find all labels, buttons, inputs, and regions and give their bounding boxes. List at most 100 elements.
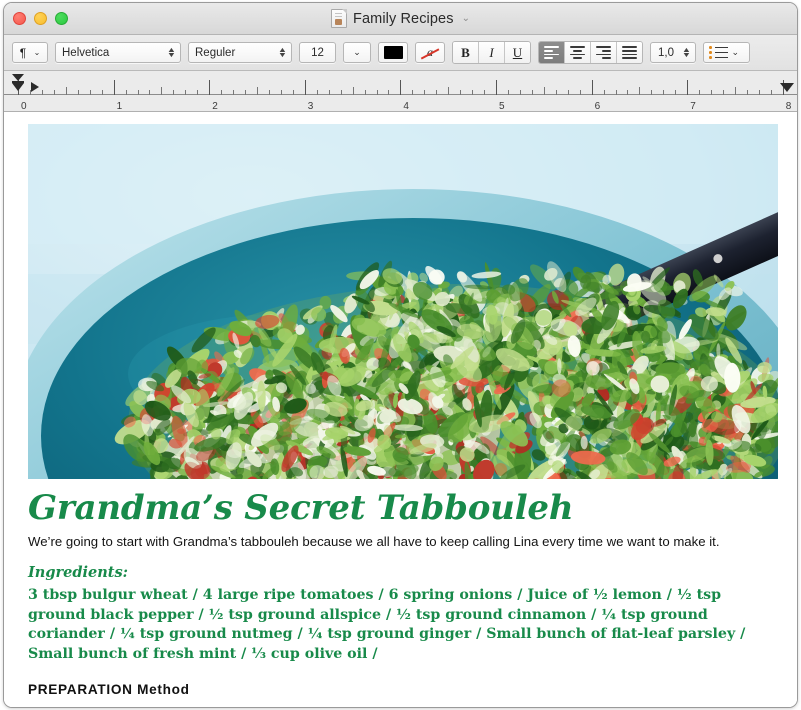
ruler-tick-minor: [185, 90, 187, 95]
ruler-tick-major: [304, 80, 306, 95]
bold-button[interactable]: B: [453, 42, 479, 63]
align-left-button[interactable]: [539, 42, 565, 63]
ruler-tick-minor: [340, 90, 342, 95]
align-left-icon: [544, 46, 559, 59]
ruler-tick-major: [113, 80, 115, 95]
ruler-tick-label: 0: [21, 101, 27, 112]
ruler-tick-minor: [221, 90, 223, 95]
chevron-down-icon[interactable]: ⌄: [462, 13, 470, 24]
app-root: Family Recipes ⌄ ¶ ⌄ Helvetica ▲ ▼ Regule…: [0, 0, 801, 710]
color-swatch: [383, 46, 403, 59]
tab-stop-marker[interactable]: [31, 82, 39, 92]
pilcrow-icon: ¶: [19, 45, 27, 60]
alignment-group: [538, 41, 643, 64]
ruler-tick-minor: [233, 90, 235, 95]
ruler-tick-major: [209, 80, 211, 95]
ruler-tick-minor: [567, 90, 569, 95]
align-right-icon: [596, 46, 611, 59]
document-canvas[interactable]: Grandma’s Secret Tabbouleh We’re going t…: [4, 112, 797, 708]
ruler-tick-minor: [77, 90, 79, 95]
ruler-tick-minor: [316, 90, 318, 95]
recipe-photo: [28, 124, 778, 479]
align-center-button[interactable]: [565, 42, 591, 63]
document-window: Family Recipes ⌄ ¶ ⌄ Helvetica ▲ ▼ Regule…: [3, 2, 798, 708]
ruler-tick-minor: [364, 90, 366, 95]
ruler-tick-minor: [723, 90, 725, 95]
updown-icon: ▲ ▼: [277, 46, 288, 59]
line-spacing-stepper[interactable]: 1,0 ▲ ▼: [650, 42, 696, 63]
ruler-tick-minor: [507, 90, 509, 95]
ruler-tick-major: [496, 80, 497, 95]
ruler-tick-minor: [651, 90, 653, 95]
ruler-tick-minor: [257, 87, 258, 95]
ingredients-heading: Ingredients:: [28, 564, 128, 581]
ruler-track: [4, 94, 797, 111]
align-center-icon: [570, 46, 585, 59]
ruler-tick-minor: [675, 90, 677, 95]
ruler-tick-minor: [543, 87, 545, 95]
right-indent-marker[interactable]: [780, 83, 794, 92]
preparation-step: 1. Rinse the bulgur wheat and drain.: [28, 707, 773, 708]
ruler-tick-minor: [161, 87, 163, 95]
ruler-tick-minor: [149, 90, 151, 95]
document-icon: [331, 9, 348, 28]
ruler-tick-minor: [436, 90, 438, 95]
paragraph-style-button[interactable]: ¶ ⌄: [12, 42, 48, 63]
ruler-tick-label: 7: [690, 101, 696, 112]
format-toolbar: ¶ ⌄ Helvetica ▲▼ Reguler ▲▼ 12 ⌄ a: [4, 35, 797, 71]
font-size-dropdown[interactable]: ⌄: [343, 42, 371, 63]
font-family-select[interactable]: Helvetica ▲ ▼: [55, 42, 181, 63]
ruler-tick-minor: [746, 90, 748, 95]
list-style-dropdown[interactable]: ⌄: [703, 42, 750, 63]
ruler-tick-minor: [41, 90, 43, 95]
ruler-tick-label: 4: [403, 101, 409, 112]
ruler-tick-label: 6: [594, 101, 601, 112]
ruler-tick-minor: [579, 90, 581, 95]
ruler-tick-minor: [770, 90, 772, 95]
ruler-tick-minor: [699, 90, 701, 95]
ruler-tick-label: 5: [499, 101, 505, 112]
ruler-tick-minor: [484, 90, 486, 95]
ruler-tick-minor: [531, 90, 533, 95]
left-indent-marker[interactable]: [12, 83, 24, 91]
ruler-tick-minor: [603, 90, 605, 95]
ruler-tick-minor: [448, 87, 450, 95]
text-color-button[interactable]: [378, 42, 408, 63]
ruler-tick-minor: [460, 90, 462, 95]
first-line-indent-marker[interactable]: [12, 74, 24, 81]
ruler-tick-minor: [268, 90, 270, 95]
updown-icon: ▲ ▼: [166, 46, 177, 59]
ruler-tick-minor: [280, 90, 282, 95]
ruler-tick-minor: [101, 90, 103, 95]
ruler-tick-minor: [125, 90, 127, 95]
ruler[interactable]: 0 1 2 3 4 5 6 7 8: [4, 71, 797, 112]
bullet-list-icon: [709, 46, 728, 59]
ruler-tick-major: [400, 80, 402, 95]
step-number: 1.: [28, 707, 41, 708]
highlight-color-button[interactable]: a: [415, 42, 445, 63]
ruler-tick-minor: [615, 90, 617, 95]
ruler-tick-minor: [758, 90, 760, 95]
italic-button[interactable]: I: [479, 42, 505, 63]
ruler-tick-label: 3: [307, 101, 314, 112]
chevron-down-icon: ⌄: [353, 47, 361, 57]
ruler-tick-minor: [519, 90, 521, 95]
ruler-tick-major: [687, 80, 689, 95]
font-style-select[interactable]: Reguler ▲ ▼: [188, 42, 292, 63]
ruler-tick-minor: [173, 90, 175, 95]
page-content: Grandma’s Secret Tabbouleh We’re going t…: [4, 112, 797, 708]
align-justify-button[interactable]: [617, 42, 642, 63]
ruler-tick-minor: [328, 90, 330, 95]
ruler-tick-minor: [388, 90, 390, 95]
font-style-value: Reguler: [195, 46, 236, 59]
ruler-tick-minor: [352, 87, 354, 95]
ruler-tick-label: 1: [116, 101, 123, 112]
chevron-down-icon: ⌄: [33, 48, 41, 57]
ruler-tick-minor: [292, 90, 294, 95]
font-size-input[interactable]: 12: [299, 42, 336, 63]
text-style-group: B I U: [452, 41, 531, 64]
line-spacing-value: 1,0: [658, 46, 675, 59]
underline-button[interactable]: U: [505, 42, 530, 63]
ruler-tick-minor: [89, 90, 91, 95]
align-right-button[interactable]: [591, 42, 617, 63]
